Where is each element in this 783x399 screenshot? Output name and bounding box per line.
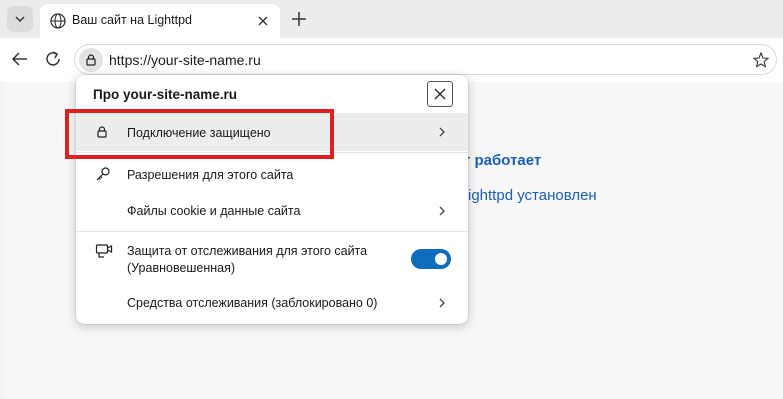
key-icon <box>96 167 110 181</box>
browser-tab[interactable]: Ваш сайт на Lighttpd <box>40 4 280 38</box>
globe-icon <box>50 13 66 29</box>
site-permissions-item[interactable]: Разрешения для этого сайта <box>76 161 468 189</box>
trackers-label: Средства отслеживания (заблокировано 0) <box>127 296 378 310</box>
site-permissions-label: Разрешения для этого сайта <box>127 168 294 182</box>
tracking-prevention-toggle[interactable] <box>411 249 451 269</box>
flyout-close-button[interactable] <box>427 81 453 107</box>
page-heading: т работает <box>463 152 542 169</box>
star-icon[interactable] <box>752 51 770 69</box>
close-icon <box>434 88 446 100</box>
chevron-right-icon <box>439 298 445 308</box>
tab-title: Ваш сайт на Lighttpd <box>72 13 192 27</box>
tracking-prevention-item: Защита от отслеживания для этого сайта (… <box>76 239 468 279</box>
chevron-right-icon <box>439 206 445 216</box>
address-bar[interactable]: https://your-site-name.ru <box>74 44 777 75</box>
tab-list-dropdown-button[interactable] <box>7 6 33 32</box>
highlight-box <box>65 109 334 159</box>
chevron-right-icon <box>439 127 445 137</box>
close-icon[interactable] <box>255 13 271 29</box>
tab-strip: Ваш сайт на Lighttpd <box>0 0 783 38</box>
lock-icon <box>86 54 96 66</box>
flyout-title: Про your-site-name.ru <box>93 87 237 102</box>
tracking-prevention-level: (Уравновешенная) <box>127 261 236 275</box>
site-info-button[interactable] <box>79 48 103 72</box>
cookies-site-data-item[interactable]: Файлы cookie и данные сайта <box>76 197 468 225</box>
url-text[interactable]: https://your-site-name.ru <box>109 52 261 68</box>
divider <box>76 231 468 232</box>
new-tab-plus-icon[interactable] <box>290 10 308 28</box>
tracking-prevention-label: Защита от отслеживания для этого сайта <box>127 244 368 258</box>
trackers-item[interactable]: Средства отслеживания (заблокировано 0) <box>76 289 468 317</box>
back-arrow-icon[interactable] <box>10 49 30 69</box>
chevron-down-icon <box>15 16 25 23</box>
cookies-site-data-label: Файлы cookie и данные сайта <box>127 204 301 218</box>
toggle-knob <box>435 253 447 265</box>
page-text: ighttpd установлен <box>468 187 597 204</box>
tracking-camera-icon <box>95 244 113 258</box>
reload-icon[interactable] <box>43 49 63 69</box>
